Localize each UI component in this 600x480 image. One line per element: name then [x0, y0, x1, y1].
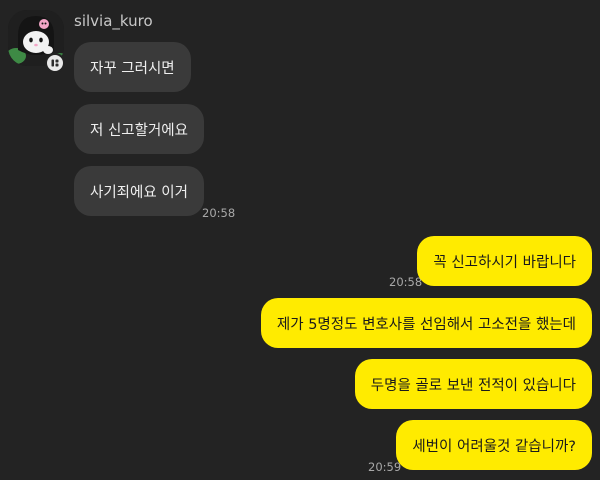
message-text: 세번이 어려울것 같습니까? [412, 438, 576, 455]
message-text: 사기죄에요 이거 [90, 184, 188, 201]
message-timestamp: 20:58 [202, 206, 236, 220]
app-badge-icon [45, 53, 65, 73]
outgoing-message[interactable]: 꼭 신고하시기 바랍니다 [417, 236, 592, 286]
incoming-message[interactable]: 저 신고할거에요 [74, 104, 204, 154]
message-text: 자꾸 그러시면 [90, 60, 175, 77]
outgoing-message[interactable]: 세번이 어려울것 같습니까? [396, 420, 592, 470]
message-text: 두명을 골로 보낸 전적이 있습니다 [370, 377, 576, 394]
message-timestamp: 20:58 [389, 275, 423, 289]
outgoing-message[interactable]: 제가 5명정도 변호사를 선임해서 고소전을 했는데 [260, 298, 592, 348]
sender-name: silvia_kuro [74, 12, 153, 30]
message-text: 저 신고할거에요 [90, 122, 188, 139]
message-timestamp: 20:59 [368, 460, 402, 474]
chat-window: silvia_kuro 자꾸 그러시면 저 신고할거에요 사기죄에요 이거 20… [0, 0, 600, 480]
incoming-message[interactable]: 사기죄에요 이거 [74, 166, 204, 216]
outgoing-message[interactable]: 두명을 골로 보낸 전적이 있습니다 [354, 359, 592, 409]
message-text: 꼭 신고하시기 바랍니다 [433, 254, 576, 271]
message-text: 제가 5명정도 변호사를 선임해서 고소전을 했는데 [276, 316, 576, 333]
incoming-message[interactable]: 자꾸 그러시면 [74, 42, 191, 92]
